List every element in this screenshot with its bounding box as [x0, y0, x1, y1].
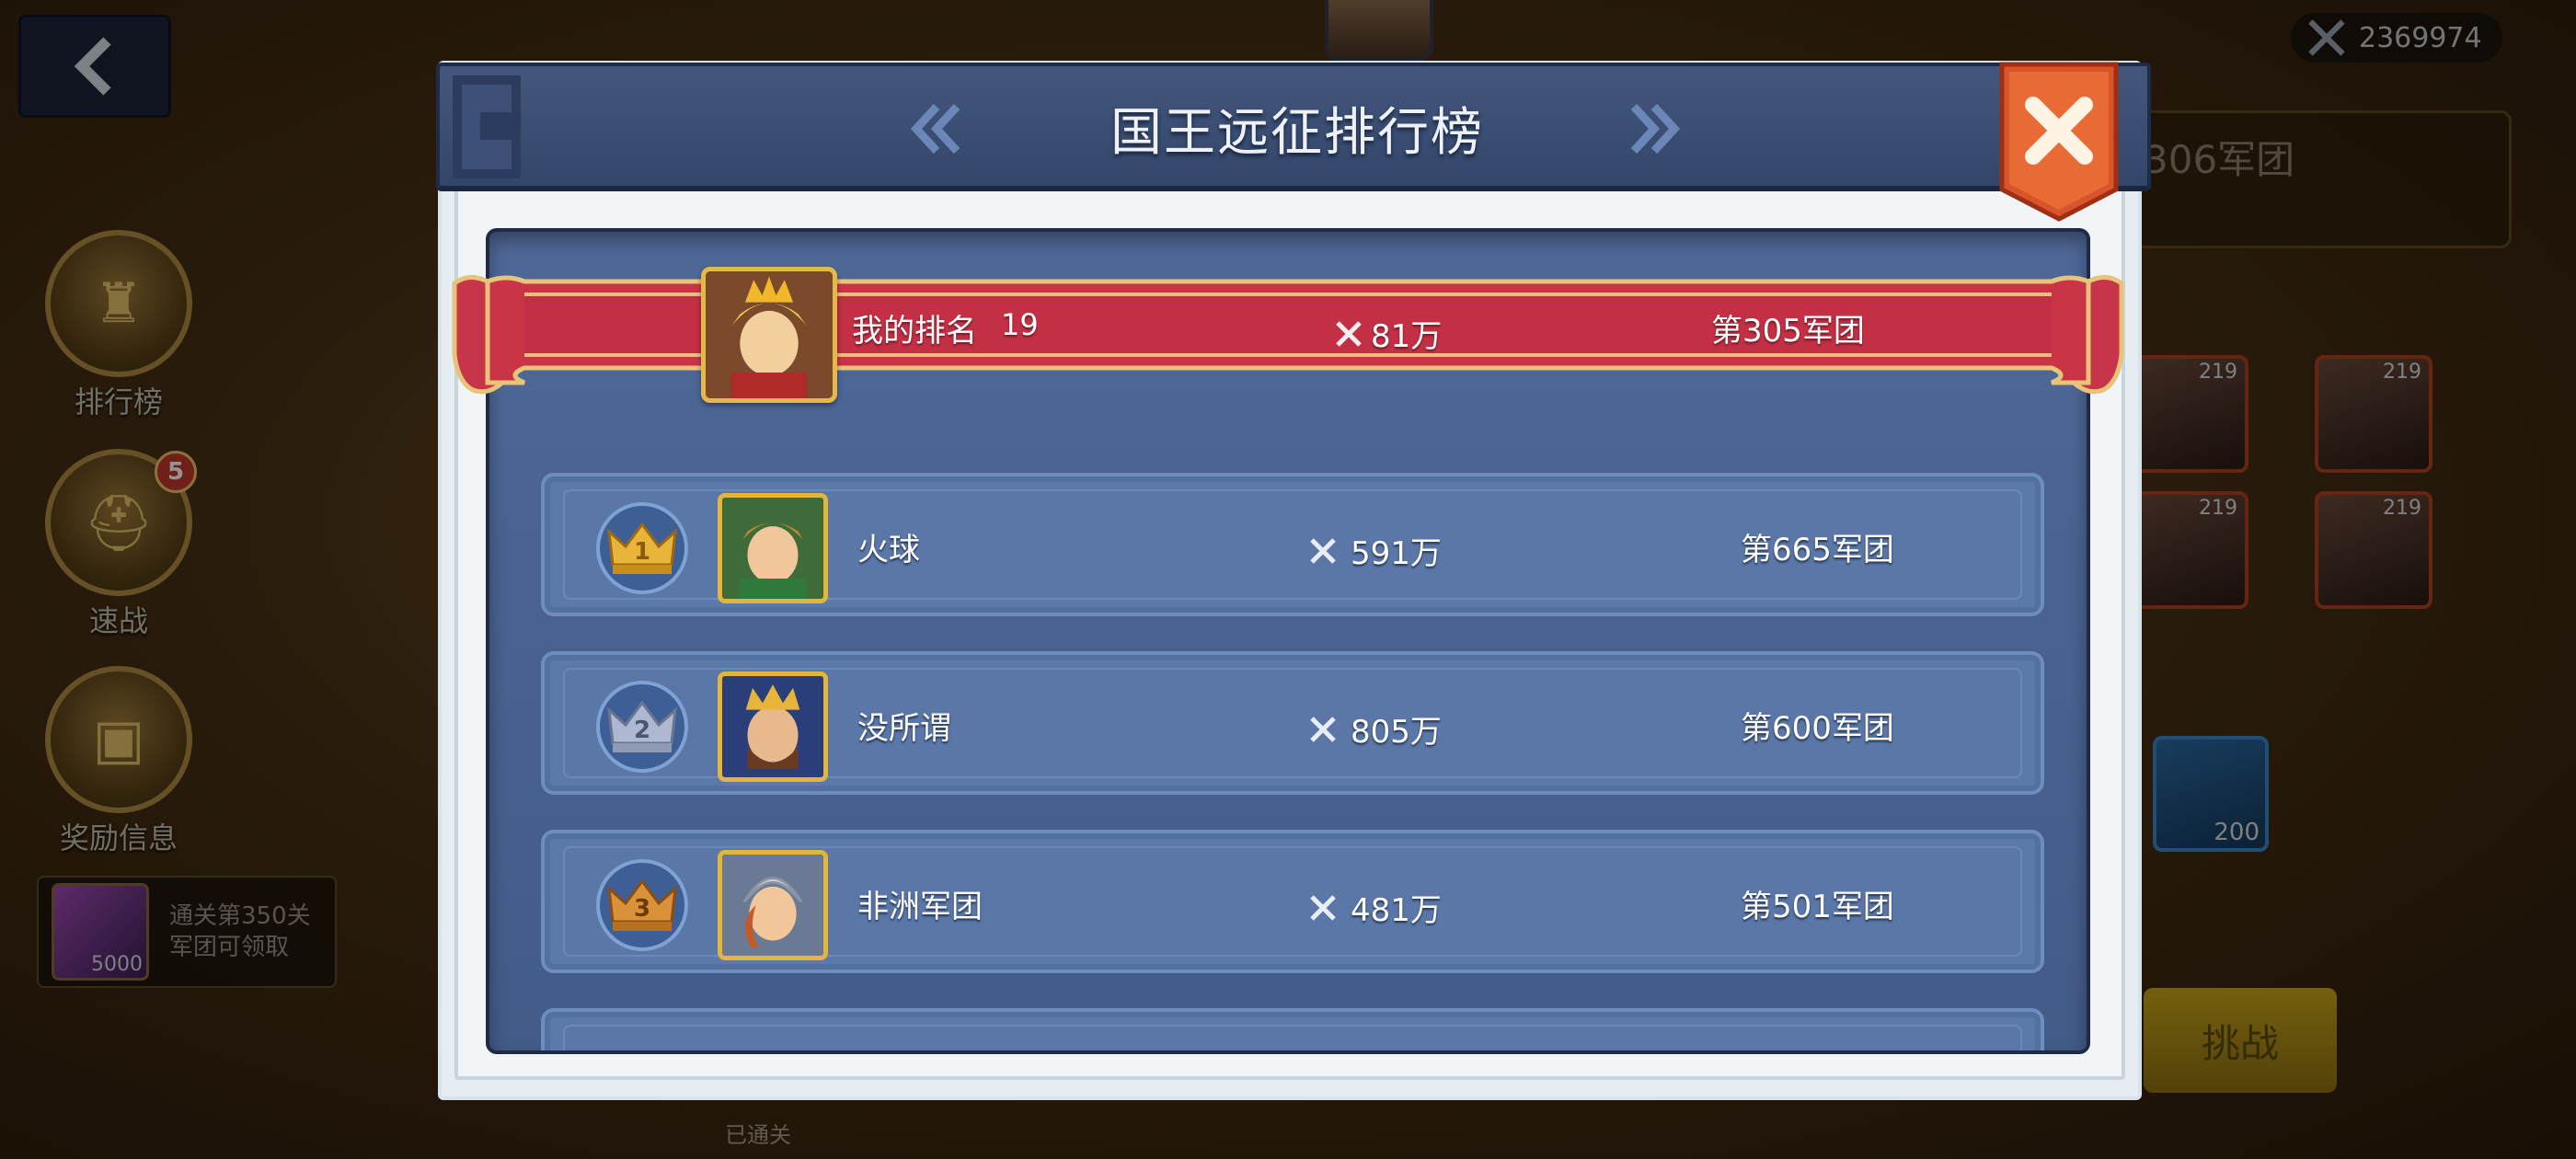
ranking-row-partial[interactable] — [541, 1008, 2044, 1050]
my-avatar[interactable] — [701, 267, 837, 403]
hero-portrait-icon — [722, 855, 823, 956]
player-name: 没所谓 — [857, 710, 951, 747]
player-avatar[interactable] — [718, 850, 828, 960]
player-legion: 第665军团 — [1741, 532, 1894, 568]
crossed-swords-icon — [1310, 894, 1336, 921]
rank-number: 2 — [634, 717, 650, 744]
bronze-crown-icon: 3 — [596, 859, 688, 951]
player-name: 非洲军团 — [857, 889, 983, 925]
silver-crown-icon: 2 — [596, 681, 688, 773]
my-power-value: 81万 — [1371, 318, 1443, 355]
my-rank-label: 我的排名 — [852, 313, 977, 350]
my-legion: 第305军团 — [1711, 313, 1865, 350]
next-page-icon[interactable] — [1617, 94, 1691, 164]
player-name: 火球 — [857, 532, 920, 568]
player-power: 805万 — [1305, 706, 1442, 752]
prev-page-icon[interactable] — [900, 94, 973, 164]
hero-portrait-icon — [722, 676, 823, 777]
crossed-swords-icon — [1336, 320, 1362, 347]
gold-crown-icon: 1 — [596, 502, 688, 594]
hero-portrait-icon — [722, 498, 823, 599]
hero-portrait-icon — [706, 271, 833, 398]
modal-title: 国王远征排行榜 — [1110, 102, 1484, 163]
ranking-row[interactable]: 3 非洲军团 481万 第501军团 — [541, 830, 2044, 973]
player-legion: 第600军团 — [1741, 710, 1894, 747]
crossed-swords-icon — [1310, 537, 1336, 564]
player-power: 481万 — [1305, 885, 1442, 930]
modal-header: 国王远征排行榜 — [436, 63, 2151, 191]
player-avatar[interactable] — [718, 493, 828, 603]
my-rank-number: 19 — [1001, 307, 1039, 342]
close-icon[interactable] — [1996, 61, 2122, 223]
crossed-swords-icon — [1310, 716, 1336, 742]
player-power: 591万 — [1305, 528, 1442, 573]
player-power-value: 481万 — [1351, 892, 1442, 929]
player-power-value: 591万 — [1351, 535, 1442, 572]
player-legion: 第501军团 — [1741, 889, 1894, 925]
rank-number: 1 — [634, 538, 650, 566]
player-power-value: 805万 — [1351, 714, 1442, 751]
my-power: 81万 — [1330, 311, 1442, 356]
ranking-row[interactable]: 1 火球 591万 第665军团 — [541, 473, 2044, 616]
ranking-row[interactable]: 2 没所谓 805万 第600军团 — [541, 651, 2044, 795]
rank-number: 3 — [634, 895, 650, 923]
player-avatar[interactable] — [718, 671, 828, 782]
